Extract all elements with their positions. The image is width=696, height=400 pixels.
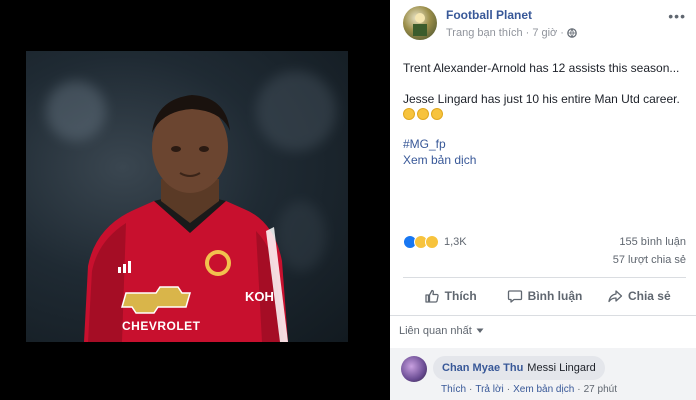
comment-sort-label: Liên quan nhất [399,325,472,337]
comment-time[interactable]: 27 phút [584,384,617,395]
comments-list: Chan Myae Thu Messi Lingard Thích · Trả … [390,348,696,400]
reactions-count: 1,3K [444,236,467,248]
globe-icon[interactable] [567,28,577,38]
commenter-avatar[interactable] [401,356,427,382]
meta-label: Trang bạn thích [446,27,523,39]
comment-button-label: Bình luận [527,289,583,303]
post-emojis [403,106,688,122]
post-line-2-text: Jesse Lingard has just 10 his entire Man… [403,92,680,106]
divider [390,315,696,316]
avatar-image [413,13,427,36]
comment-bubble: Chan Myae Thu Messi Lingard [433,356,605,380]
comment-translate-link[interactable]: Xem bản dịch [513,384,574,395]
page-name-link[interactable]: Football Planet [446,8,532,22]
shares-count-link[interactable]: 57 lượt chia sẻ [613,254,686,266]
separator-dot: · [577,384,581,395]
meta-dot: · [560,27,564,39]
comment-icon [507,290,522,303]
see-translation-link[interactable]: Xem bản dịch [403,153,476,167]
share-button[interactable]: Chia sẻ [592,281,686,311]
comment-button[interactable]: Bình luận [497,281,591,311]
post-header: Football Planet Trang bạn thích · 7 giờ … [390,0,696,50]
page-avatar[interactable] [403,6,437,40]
post-time[interactable]: 7 giờ [532,27,557,39]
player-illustration [84,95,288,342]
separator-dot: · [469,384,473,395]
post-line-1: Trent Alexander-Arnold has 12 assists th… [403,61,680,75]
comment-sort-dropdown[interactable]: Liên quan nhất [399,325,484,337]
comment-reply-link[interactable]: Trả lời [475,384,503,395]
post-line-2: Jesse Lingard has just 10 his entire Man… [403,91,688,107]
sponsor-text: KOH [245,289,274,304]
sad-reaction-icon [425,235,439,249]
reactions-summary[interactable]: 1,3K [403,235,467,249]
chevrolet-text: CHEVROLET [122,319,201,333]
caret-down-icon [476,328,484,333]
comment-author-link[interactable]: Chan Myae Thu [442,362,523,374]
share-icon [608,290,623,303]
meta-dot: · [525,27,530,39]
comment-actions: Thích · Trả lời · Xem bản dịch · 27 phút [441,384,617,395]
share-button-label: Chia sẻ [627,289,671,303]
post-actions: Thích Bình luận Chia sẻ [403,281,686,311]
like-icon [425,289,439,303]
like-button-label: Thích [444,289,477,303]
photo-viewer: KOH CHEVROLET [0,0,390,400]
laughing-emoji-icon [403,108,415,120]
comment-like-link[interactable]: Thích [441,384,466,395]
laughing-emoji-icon [431,108,443,120]
post-meta: Trang bạn thích · 7 giờ · [446,27,577,39]
laughing-emoji-icon [417,108,429,120]
separator-dot: · [506,384,511,395]
more-icon[interactable]: ••• [668,8,686,24]
divider [403,277,686,278]
comments-count-link[interactable]: 155 bình luận [619,236,686,248]
hashtag-link[interactable]: #MG_fp [403,137,446,151]
post-panel: Football Planet Trang bạn thích · 7 giờ … [390,0,696,400]
comment-text: Messi Lingard [527,362,596,374]
post-photo[interactable]: KOH CHEVROLET [26,51,348,342]
like-button[interactable]: Thích [403,281,497,311]
